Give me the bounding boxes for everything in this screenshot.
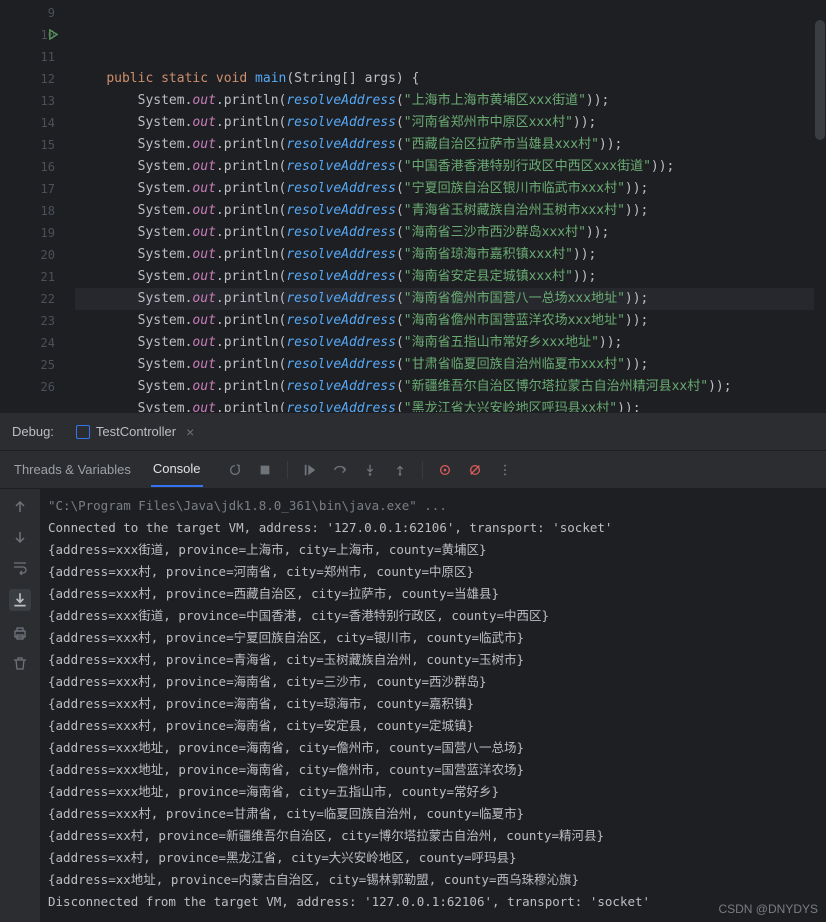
code-line[interactable]: System.out.println(resolveAddress("甘肃省临夏… — [75, 354, 826, 376]
scrollbar-thumb[interactable] — [815, 20, 825, 140]
print-icon[interactable] — [12, 625, 28, 641]
code-line[interactable]: System.out.println(resolveAddress("青海省玉树… — [75, 200, 826, 222]
code-line[interactable]: System.out.println(resolveAddress("海南省儋州… — [75, 310, 826, 332]
clear-icon[interactable] — [12, 655, 28, 671]
code-line[interactable]: System.out.println(resolveAddress("海南省五指… — [75, 332, 826, 354]
soft-wrap-icon[interactable] — [12, 559, 28, 575]
run-gutter-icon[interactable] — [48, 25, 59, 47]
step-out-icon[interactable] — [392, 462, 408, 478]
tab-console[interactable]: Console — [151, 452, 203, 487]
editor-scrollbar[interactable] — [814, 0, 826, 412]
code-line[interactable]: System.out.println(resolveAddress("河南省郑州… — [75, 112, 826, 134]
view-breakpoints-icon[interactable] — [437, 462, 453, 478]
rerun-icon[interactable] — [227, 462, 243, 478]
code-line[interactable]: System.out.println(resolveAddress("黑龙江省大… — [75, 398, 826, 412]
resume-icon[interactable] — [302, 462, 318, 478]
code-line[interactable]: System.out.println(resolveAddress("西藏自治区… — [75, 134, 826, 156]
debug-panel: Debug: TestController × Threads & Variab… — [0, 412, 826, 922]
debug-tab-name: TestController — [96, 424, 176, 439]
scroll-down-icon[interactable] — [12, 529, 28, 545]
debug-toolbar: Threads & Variables Console — [0, 451, 826, 489]
code-line[interactable]: System.out.println(resolveAddress("上海市上海… — [75, 90, 826, 112]
code-content[interactable]: public static void main(String[] args) {… — [75, 0, 826, 412]
code-editor[interactable]: 91011121314151617181920212223242526 publ… — [0, 0, 826, 412]
step-into-icon[interactable] — [362, 462, 378, 478]
code-line[interactable]: System.out.println(resolveAddress("海南省三沙… — [75, 222, 826, 244]
debug-label: Debug: — [12, 424, 54, 439]
console-gutter — [0, 489, 40, 922]
scroll-up-icon[interactable] — [12, 499, 28, 515]
close-icon[interactable]: × — [186, 424, 194, 440]
code-line[interactable]: System.out.println(resolveAddress("海南省琼海… — [75, 244, 826, 266]
stop-icon[interactable] — [257, 462, 273, 478]
more-icon[interactable] — [497, 462, 513, 478]
scroll-to-end-icon[interactable] — [9, 589, 31, 611]
code-line[interactable]: System.out.println(resolveAddress("中国香港香… — [75, 156, 826, 178]
code-line[interactable]: System.out.println(resolveAddress("宁夏回族自… — [75, 178, 826, 200]
debug-header: Debug: TestController × — [0, 413, 826, 451]
tab-threads-variables[interactable]: Threads & Variables — [12, 453, 133, 486]
console-output[interactable]: "C:\Program Files\Java\jdk1.8.0_361\bin\… — [40, 489, 826, 922]
console-body: "C:\Program Files\Java\jdk1.8.0_361\bin\… — [0, 489, 826, 922]
code-line[interactable]: System.out.println(resolveAddress("海南省安定… — [75, 266, 826, 288]
mute-breakpoints-icon[interactable] — [467, 462, 483, 478]
watermark: CSDN @DNYDYS — [718, 902, 818, 916]
step-over-icon[interactable] — [332, 462, 348, 478]
debug-config-tab[interactable]: TestController × — [72, 416, 198, 448]
application-icon — [76, 425, 90, 439]
code-line[interactable]: System.out.println(resolveAddress("海南省儋州… — [75, 288, 826, 310]
code-line[interactable]: System.out.println(resolveAddress("新疆维吾尔… — [75, 376, 826, 398]
gutter: 91011121314151617181920212223242526 — [0, 0, 75, 412]
